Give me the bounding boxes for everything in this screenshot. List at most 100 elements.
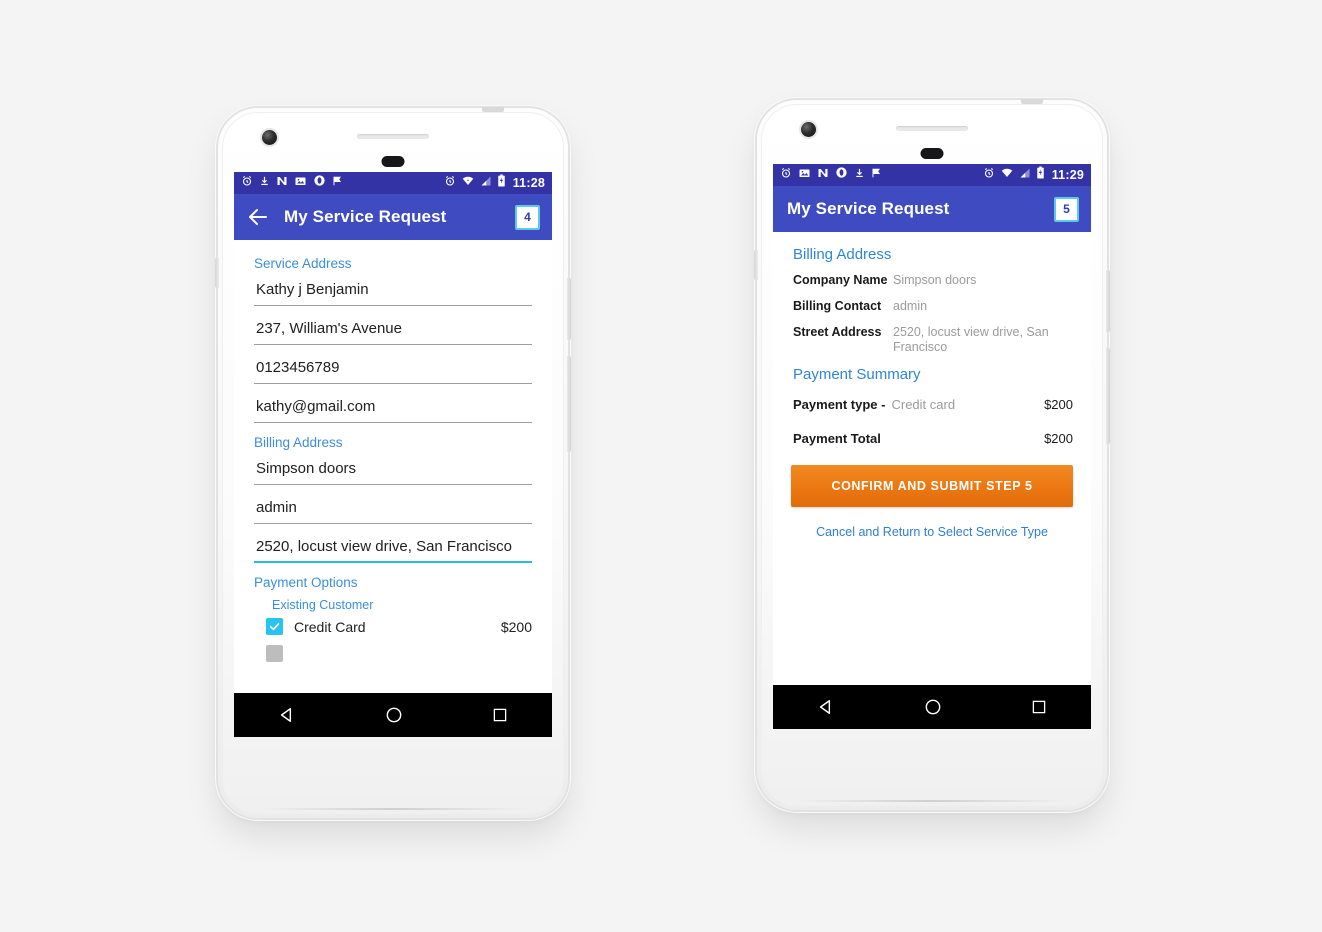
street-address-field[interactable]: 237, William's Avenue: [254, 318, 532, 345]
volume-button[interactable]: [1106, 348, 1110, 444]
antenna-band: [1021, 99, 1043, 104]
summary-row-company-name: Company Name Simpson doors: [791, 273, 1073, 288]
phone-screen-step-5: 11:29 My Service Request 5 Billing Addre…: [773, 164, 1091, 729]
battery-icon: [1036, 166, 1045, 184]
news-icon: [276, 174, 288, 192]
street-address-value: 237, William's Avenue: [256, 320, 402, 337]
sim-tray: [754, 250, 758, 280]
payment-type-value: Credit card: [891, 397, 956, 412]
bottom-bezel-accent: [799, 800, 1065, 802]
phone-step-5: 11:29 My Service Request 5 Billing Addre…: [754, 99, 1110, 810]
volume-button[interactable]: [567, 356, 571, 452]
checkbox-checked-icon[interactable]: [266, 618, 283, 635]
summary-key: Billing Contact: [793, 299, 882, 313]
earpiece-speaker: [357, 134, 429, 139]
email-address-field[interactable]: kathy@gmail.com: [254, 396, 532, 423]
photos-icon: [294, 174, 307, 192]
power-button[interactable]: [1106, 270, 1110, 332]
email-address-value: kathy@gmail.com: [256, 398, 376, 415]
billing-contact-value: admin: [256, 499, 297, 516]
alarm-icon: [241, 174, 253, 192]
front-camera-icon: [262, 130, 277, 145]
payment-type-row: Payment type - Credit card $200: [791, 397, 1073, 412]
phone-number-value: 0123456789: [256, 359, 340, 376]
payment-total-label: Payment Total: [793, 431, 881, 446]
page-title: My Service Request: [284, 207, 447, 226]
status-bar-notifications: [241, 174, 444, 192]
nav-recents-icon[interactable]: [491, 706, 509, 724]
billing-address-heading: Billing Address: [254, 435, 343, 450]
cancel-return-link[interactable]: Cancel and Return to Select Service Type: [791, 525, 1073, 539]
app-bar: My Service Request 5: [773, 186, 1091, 232]
status-bar-clock: 11:29: [1051, 168, 1084, 182]
existing-customer-label: Existing Customer: [272, 598, 374, 612]
status-bar-system: 11:29: [983, 166, 1084, 184]
wifi-icon: [461, 174, 475, 192]
billing-street-address-field[interactable]: 2520, locust view drive, San Francisco: [254, 536, 532, 563]
android-nav-bar: [773, 685, 1091, 729]
payment-summary-heading: Payment Summary: [793, 366, 921, 383]
app-bar: My Service Request 4: [234, 194, 552, 240]
step-badge[interactable]: 5: [1054, 196, 1079, 222]
nav-home-icon[interactable]: [923, 697, 943, 717]
summary-scroll-area[interactable]: Billing Address Company Name Simpson doo…: [773, 232, 1091, 729]
payment-option-row[interactable]: Credit Card $200: [266, 618, 532, 635]
summary-value: Simpson doors: [893, 273, 977, 287]
flag-icon: [332, 174, 344, 192]
signal-icon: [480, 174, 492, 192]
summary-row-billing-contact: Billing Contact admin: [791, 299, 1073, 314]
nav-recents-icon[interactable]: [1030, 698, 1048, 716]
power-button[interactable]: [567, 278, 571, 340]
opera-icon: [313, 174, 326, 192]
bottom-bezel-accent: [260, 808, 526, 810]
antenna-band: [482, 107, 504, 112]
opera-icon: [835, 166, 848, 184]
billing-contact-field[interactable]: admin: [254, 497, 532, 524]
service-address-heading: Service Address: [254, 256, 352, 271]
nav-back-icon[interactable]: [816, 697, 836, 717]
company-name-field[interactable]: Simpson doors: [254, 458, 532, 485]
form-scroll-area[interactable]: Service Address Kathy j Benjamin 237, Wi…: [234, 240, 552, 737]
payment-type-label: Payment type -: [793, 397, 886, 412]
status-bar: 11:29: [773, 164, 1091, 186]
payment-option-row-partial[interactable]: [266, 645, 532, 662]
alarm-icon: [444, 174, 456, 192]
earpiece-speaker: [896, 126, 968, 131]
contact-name-value: Kathy j Benjamin: [256, 281, 369, 298]
summary-row-street-address: Street Address 2520, locust view drive, …: [791, 325, 1073, 355]
summary-key: Street Address: [793, 325, 882, 339]
page-title: My Service Request: [787, 199, 950, 218]
payment-total-row: Payment Total $200: [791, 431, 1073, 446]
back-arrow-icon[interactable]: [246, 205, 270, 229]
nav-back-icon[interactable]: [277, 705, 297, 725]
payment-option-label: Credit Card: [294, 618, 366, 635]
status-bar-clock: 11:28: [512, 176, 545, 190]
nav-home-icon[interactable]: [384, 705, 404, 725]
summary-key: Company Name: [793, 273, 888, 287]
front-camera-icon: [801, 122, 816, 137]
status-bar-system: 11:28: [444, 174, 545, 192]
phone-step-4: 11:28 My Service Request 4 Service Addre…: [215, 107, 571, 818]
phone-number-field[interactable]: 0123456789: [254, 357, 532, 384]
news-icon: [817, 166, 829, 184]
status-bar: 11:28: [234, 172, 552, 194]
contact-name-field[interactable]: Kathy j Benjamin: [254, 279, 532, 306]
checkbox-icon[interactable]: [266, 645, 283, 662]
phone-screen-step-4: 11:28 My Service Request 4 Service Addre…: [234, 172, 552, 737]
payment-options-heading: Payment Options: [254, 575, 358, 590]
download-icon: [854, 166, 865, 184]
photos-icon: [798, 166, 811, 184]
proximity-sensor: [920, 148, 944, 159]
company-name-value: Simpson doors: [256, 460, 357, 477]
flag-icon: [871, 166, 883, 184]
step-badge[interactable]: 4: [515, 204, 540, 230]
alarm-icon: [983, 166, 995, 184]
proximity-sensor: [381, 156, 405, 167]
summary-value: 2520, locust view drive, San Francisco: [893, 325, 1049, 354]
alarm-icon: [780, 166, 792, 184]
summary-value: admin: [893, 299, 928, 313]
confirm-submit-button[interactable]: CONFIRM AND SUBMIT STEP 5: [791, 465, 1073, 507]
sim-tray: [215, 258, 219, 288]
battery-icon: [497, 174, 506, 192]
download-icon: [259, 174, 270, 192]
